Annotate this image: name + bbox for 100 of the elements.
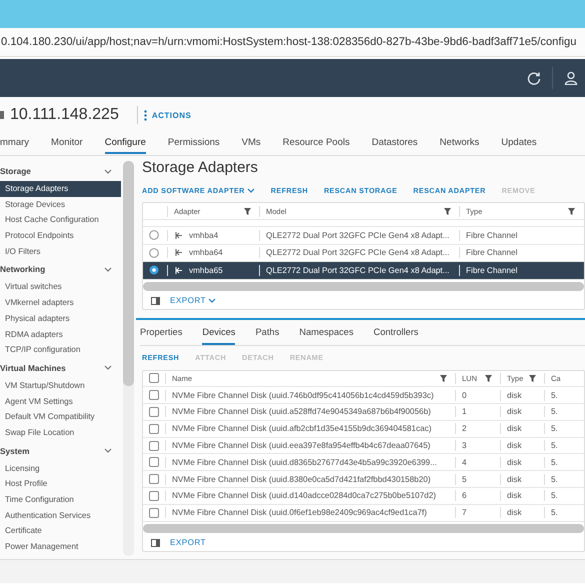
column-toggle-icon[interactable] xyxy=(151,538,160,547)
sidebar-section-header[interactable]: System xyxy=(0,440,121,461)
host-icon xyxy=(0,109,4,121)
table-cell: 5. xyxy=(551,407,558,416)
table-cell: 5. xyxy=(551,474,558,484)
table-cell: disk xyxy=(507,508,522,518)
table-cell: vmhba65 xyxy=(189,266,223,275)
radio-button[interactable] xyxy=(149,265,159,276)
radio-button[interactable] xyxy=(149,248,159,258)
sidebar-item[interactable]: Protocol Endpoints xyxy=(0,228,121,244)
nav-tab[interactable]: Permissions xyxy=(168,133,220,151)
sidebar-item[interactable]: Host Cache Configuration xyxy=(0,212,121,228)
user-icon[interactable] xyxy=(564,71,578,85)
checkbox[interactable] xyxy=(149,474,159,484)
checkbox[interactable] xyxy=(149,457,159,468)
radio-button[interactable] xyxy=(149,230,159,240)
detail-tab[interactable]: Properties xyxy=(140,326,182,344)
detail-tab[interactable]: Paths xyxy=(255,326,280,344)
horizontal-scrollbar[interactable] xyxy=(143,524,584,533)
sidebar-section-header[interactable]: Virtual Machines xyxy=(0,358,121,378)
table-cell: disk xyxy=(507,474,522,484)
table-cell: disk xyxy=(507,458,522,467)
table-cell: NVMe Fibre Channel Disk (uuid.746b0df95c414056b1c4cd459d5b393c) xyxy=(172,390,434,400)
host-title: 10.111.148.225 xyxy=(10,106,119,124)
checkbox[interactable] xyxy=(149,424,159,434)
sidebar-item[interactable]: Storage Adapters xyxy=(0,181,121,197)
sidebar-item[interactable]: Time Configuration xyxy=(0,492,121,508)
horizontal-scrollbar[interactable] xyxy=(143,282,584,290)
sidebar-item[interactable]: VMkernel adapters xyxy=(0,295,121,311)
table-cell: QLE2772 Dual Port 32GFC PCIe Gen4 x8 Adapt... xyxy=(266,266,450,275)
sidebar-item[interactable]: TCP/IP configuration xyxy=(0,342,121,358)
table-cell: NVMe Fibre Channel Disk (uuid.d140adcce0284d0ca7c275b0be5107d2) xyxy=(172,491,436,500)
adapter-icon xyxy=(174,230,183,240)
scrollbar[interactable] xyxy=(123,161,134,556)
sidebar-item[interactable]: Physical adapters xyxy=(0,310,121,326)
table-row[interactable]: vmhba65 QLE2772 Dual Port 32GFC PCIe Gen4 x8 Adapt... Fibre Channel xyxy=(143,262,584,280)
filter-icon[interactable] xyxy=(529,374,536,382)
caret-icon xyxy=(208,297,216,304)
table-cell: 6 xyxy=(462,491,467,500)
sidebar-item[interactable]: Default VM Compatibility xyxy=(0,409,121,425)
sidebar-item[interactable]: Host Profile xyxy=(0,476,121,492)
export-button[interactable]: EXPORT xyxy=(170,538,206,548)
filter-icon[interactable] xyxy=(244,208,251,214)
checkbox[interactable] xyxy=(149,373,159,384)
checkbox[interactable] xyxy=(149,390,159,400)
filter-icon[interactable] xyxy=(568,208,575,214)
table-row[interactable]: vmhba4 QLE2772 Dual Port 32GFC PCIe Gen4 x8 Adapt... Fibre Channel xyxy=(143,227,584,244)
checkbox[interactable] xyxy=(149,490,159,501)
chevron-down-icon xyxy=(104,168,112,174)
table-cell: 7 xyxy=(462,508,467,518)
chevron-down-icon xyxy=(104,447,112,454)
sidebar-section-header[interactable]: Storage xyxy=(0,161,121,181)
sidebar-item[interactable]: VM Startup/Shutdown xyxy=(0,378,121,394)
table-cell: NVMe Fibre Channel Disk (uuid.eea397e8fa954effb4b4c67deaa07645) xyxy=(172,441,430,450)
table-cell: 4 xyxy=(462,458,467,467)
filter-icon[interactable] xyxy=(444,208,451,214)
sidebar-item[interactable]: Power Management xyxy=(0,539,121,555)
table-cell: Fibre Channel xyxy=(466,230,518,240)
sidebar-item[interactable]: Licensing xyxy=(0,460,121,476)
table-cell: NVMe Fibre Channel Disk (uuid.8380e0ca5d7d421faf2fbbd430158b20) xyxy=(172,474,431,484)
table-cell: 1 xyxy=(462,407,467,416)
sidebar-item[interactable]: Storage Devices xyxy=(0,196,121,212)
table-cell: disk xyxy=(507,424,522,434)
sidebar-section-header[interactable]: Networking xyxy=(0,259,121,280)
nav-tab[interactable]: Monitor xyxy=(51,133,83,151)
nav-tab[interactable]: Networks xyxy=(440,133,480,151)
nav-tab[interactable]: VMs xyxy=(242,133,261,151)
table-cell: vmhba64 xyxy=(189,248,223,258)
nav-tab[interactable]: Datastores xyxy=(372,133,418,151)
detail-tab[interactable]: Devices xyxy=(202,326,236,344)
sidebar-item[interactable]: Authentication Services xyxy=(0,508,121,524)
table-cell: 0 xyxy=(462,390,467,400)
filter-icon[interactable] xyxy=(440,374,447,382)
checkbox[interactable] xyxy=(149,508,159,518)
checkbox[interactable] xyxy=(149,406,159,417)
sidebar-item[interactable]: Agent VM Settings xyxy=(0,394,121,410)
refresh-icon[interactable] xyxy=(527,71,541,85)
filter-icon[interactable] xyxy=(485,374,492,382)
nav-tab[interactable]: Resource Pools xyxy=(282,133,350,151)
export-button[interactable]: EXPORT xyxy=(170,296,216,305)
table-cell: 5. xyxy=(551,441,558,450)
table-cell: 5. xyxy=(551,424,558,434)
nav-tab[interactable]: Updates xyxy=(501,133,537,151)
nav-tab[interactable]: mmary xyxy=(0,133,30,151)
checkbox[interactable] xyxy=(149,440,159,451)
sidebar-item[interactable]: RDMA adapters xyxy=(0,326,121,342)
actions-button[interactable]: ACTIONS xyxy=(144,110,192,120)
sidebar-item[interactable]: Swap File Location xyxy=(0,424,121,441)
table-cell: Fibre Channel xyxy=(466,248,518,258)
detail-tab[interactable]: Controllers xyxy=(374,326,418,344)
column-toggle-icon[interactable] xyxy=(151,296,160,304)
nav-tab[interactable]: Configure xyxy=(104,133,146,154)
scrollbar-thumb[interactable] xyxy=(123,161,134,386)
detail-tab[interactable]: Namespaces xyxy=(299,326,354,344)
sidebar-item[interactable]: I/O Filters xyxy=(0,244,121,260)
table-cell: NVMe Fibre Channel Disk (uuid.0f6ef1eb98e2409c969ac4cf9ed1ca7f) xyxy=(172,508,427,518)
more-icon xyxy=(144,110,147,120)
sidebar-item[interactable]: Virtual switches xyxy=(0,279,121,296)
table-cell: vmhba4 xyxy=(189,230,218,240)
sidebar-item[interactable]: Certificate xyxy=(0,523,121,540)
